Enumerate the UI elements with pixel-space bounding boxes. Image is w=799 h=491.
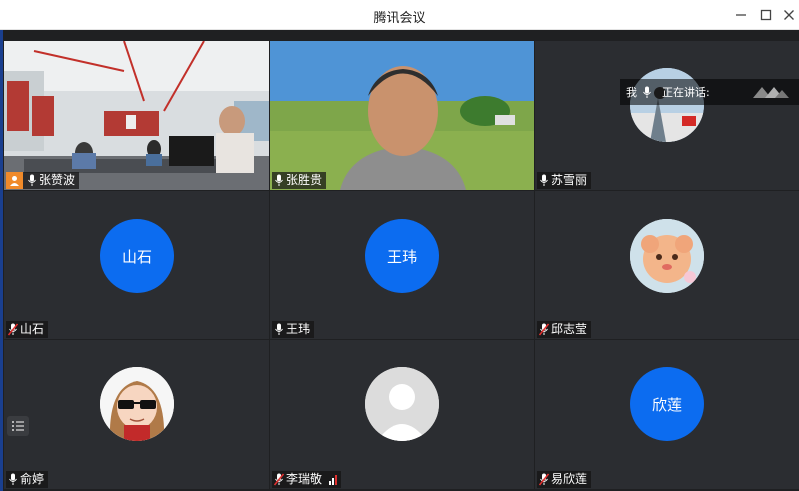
participant-name: 王玮 (286, 322, 311, 336)
mic-icon (9, 473, 17, 485)
participant-avatar: 王玮 (365, 219, 439, 293)
mic-icon (540, 174, 548, 186)
mic-muted-icon (539, 323, 549, 336)
list-icon (12, 421, 24, 431)
mic-muted-icon (539, 473, 549, 486)
tencent-meeting-logo-icon (753, 87, 789, 98)
participant-avatar: 山石 (100, 219, 174, 293)
participant-avatar (630, 219, 704, 293)
participant-tile-7[interactable]: 俞婷 (4, 340, 269, 489)
mic-icon[interactable] (642, 86, 652, 99)
participant-name-label: 张胜贵 (272, 172, 327, 189)
participant-name: 山石 (20, 322, 45, 336)
participant-avatar (100, 367, 174, 441)
participant-avatar: 欣莲 (630, 367, 704, 441)
participant-name-label: 易欣莲 (537, 471, 592, 488)
title-bar: 腾讯会议 (0, 0, 799, 30)
participant-name-label: 山石 (6, 321, 49, 338)
participant-tile-6[interactable]: 邱志莹 (535, 191, 799, 339)
participant-tile-1[interactable]: 张赞波 (4, 41, 269, 190)
participant-name-label: 邱志莹 (537, 321, 592, 338)
participant-tile-5[interactable]: 王玮 王玮 (270, 191, 534, 339)
mic-muted-icon (274, 473, 284, 486)
participant-tile-3[interactable]: 苏雪丽 (535, 41, 799, 190)
close-icon (784, 10, 794, 20)
speaking-indicator: 我 正在讲话: (620, 79, 799, 105)
mic-icon (28, 174, 36, 186)
participant-tile-4[interactable]: 山石 山石 (4, 191, 269, 339)
signal-strength-icon (329, 474, 338, 485)
maximize-icon (760, 9, 772, 21)
participant-tile-2[interactable]: 张胜贵 (270, 41, 534, 190)
participant-tile-8[interactable]: 李瑞敬 (270, 340, 534, 489)
mic-muted-icon (8, 323, 18, 336)
minimize-button[interactable] (732, 6, 750, 24)
participant-name: 邱志莹 (551, 322, 588, 336)
participant-name: 张胜贵 (286, 173, 323, 187)
participant-tile-9[interactable]: 欣莲 易欣莲 (535, 340, 799, 489)
close-button[interactable] (780, 6, 798, 24)
participant-name: 俞婷 (20, 472, 45, 486)
participant-name-label: 王玮 (272, 321, 315, 338)
minimize-icon (736, 14, 746, 16)
participant-name-label: 张赞波 (6, 172, 80, 189)
self-label: 我 (626, 86, 637, 99)
window-title: 腾讯会议 (373, 11, 426, 26)
participant-name: 张赞波 (39, 173, 76, 187)
participant-name-label: 李瑞敬 (272, 471, 342, 488)
participant-name: 李瑞敬 (286, 472, 323, 486)
participant-name-label: 俞婷 (6, 471, 49, 488)
mic-icon (275, 174, 283, 186)
host-icon (6, 172, 23, 189)
video-feed-outdoor (270, 41, 534, 190)
default-avatar-icon (365, 367, 439, 441)
participant-name: 易欣莲 (551, 472, 588, 486)
participant-name: 苏雪丽 (551, 173, 588, 187)
participant-list-button[interactable] (7, 416, 29, 436)
maximize-button[interactable] (757, 6, 775, 24)
speaking-label: 正在讲话: (662, 86, 710, 99)
mic-icon (275, 323, 283, 335)
participant-name-label: 苏雪丽 (537, 172, 592, 189)
video-feed-meeting-room (4, 41, 269, 190)
